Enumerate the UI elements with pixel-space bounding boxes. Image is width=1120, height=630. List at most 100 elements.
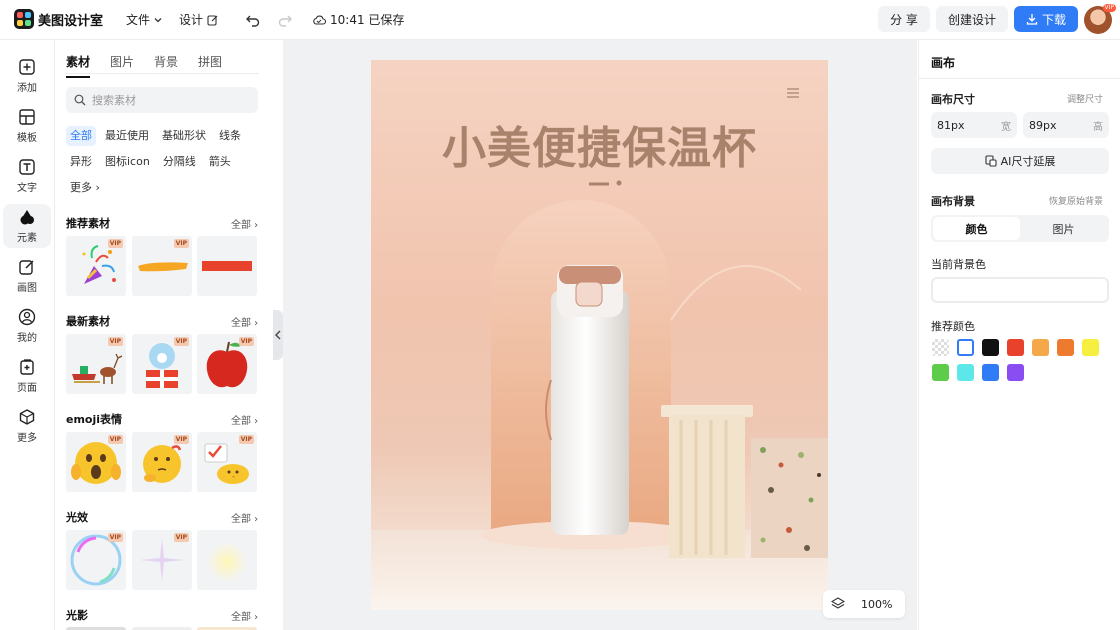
app-logo[interactable]: 美图设计室 [14, 9, 103, 29]
create-design-button[interactable]: 创建设计 [936, 6, 1008, 32]
seg-color[interactable]: 颜色 [933, 217, 1020, 240]
category-chips: 全部 最近使用 基础形状 线条 异形 图标icon 分隔线 箭头 更多 › [66, 126, 266, 204]
nav-template[interactable]: 模板 [3, 104, 51, 148]
top-bar: 美图设计室 文件 设计 10:41 已保存 分 享 创建设计 下载 VIP [0, 0, 1120, 40]
vip-badge: VIP [107, 239, 123, 248]
current-bg-label: 当前背景色 [931, 258, 986, 271]
zoom-level[interactable]: 100% [861, 598, 892, 611]
canvas-settings-panel: 画布 画布尺寸 调整尺寸 81px 宽 89px 高 AI尺寸延展 画布背景 恢… [918, 40, 1120, 630]
thumb-thinking-emoji[interactable]: VIP [132, 432, 192, 492]
section-all-light-shadow[interactable]: 全部 › [231, 608, 258, 623]
section-all-light-effects[interactable]: 全部 › [231, 510, 258, 525]
swatch-black[interactable] [982, 339, 999, 356]
current-bg-color-field[interactable] [931, 277, 1109, 303]
thumb-yellow-brush[interactable]: VIP [132, 236, 192, 296]
swatch-light-orange[interactable] [1032, 339, 1049, 356]
adjust-size-link[interactable]: 调整尺寸 [1067, 92, 1103, 105]
tab-materials[interactable]: 素材 [66, 53, 91, 78]
thumb-red-apple[interactable]: VIP [197, 334, 257, 394]
thumb-reindeer-sleigh[interactable]: VIP [66, 334, 126, 394]
swatch-transparent[interactable] [932, 339, 949, 356]
app-name: 美图设计室 [38, 13, 104, 29]
width-field[interactable]: 81px 宽 [931, 112, 1017, 138]
chip-more[interactable]: 更多 › [66, 178, 104, 198]
tab-backgrounds[interactable]: 背景 [154, 53, 178, 78]
chip-dividers[interactable]: 分隔线 [158, 152, 200, 172]
thumb-yellow-glow[interactable] [197, 530, 257, 590]
poster-title[interactable]: 小美便捷保温杯 [371, 112, 828, 176]
layers-icon[interactable] [831, 597, 845, 611]
thumb-rainbow-bubble[interactable]: VIP [66, 530, 126, 590]
zoom-control[interactable]: 100% [823, 590, 905, 618]
chip-arrows[interactable]: 箭头 [204, 152, 235, 172]
swatch-yellow[interactable] [1082, 339, 1099, 356]
canvas-size-label: 画布尺寸 [931, 93, 975, 106]
canvas-area[interactable]: 小美便捷保温杯 100% [283, 40, 917, 630]
ai-extend-button[interactable]: AI尺寸延展 [931, 148, 1109, 174]
vip-badge: VIP [173, 533, 189, 542]
nav-add[interactable]: 添加 [3, 54, 51, 98]
chip-icons[interactable]: 图标icon [101, 152, 154, 172]
download-button[interactable]: 下载 [1014, 6, 1078, 32]
save-status: 10:41 已保存 [312, 11, 404, 28]
nav-more[interactable]: 更多 [3, 404, 51, 448]
vip-badge: VIP [238, 435, 254, 444]
redo-icon[interactable] [275, 10, 295, 30]
section-title-light-shadow: 光影 [66, 609, 88, 622]
search-input[interactable] [92, 93, 252, 107]
vip-badge: VIP [107, 533, 123, 542]
user-icon [18, 308, 36, 326]
nav-page[interactable]: 页面 [3, 354, 51, 398]
chevron-down-icon [154, 17, 162, 22]
height-field[interactable]: 89px 高 [1023, 112, 1109, 138]
nav-elements-label: 元素 [17, 233, 37, 244]
materials-panel: 素材 图片 背景 拼图 全部 最近使用 基础形状 线条 异形 图标icon 分隔… [56, 40, 272, 630]
section-all-emoji[interactable]: 全部 › [231, 412, 258, 427]
vip-badge: VIP [107, 337, 123, 346]
thumb-purple-sparkle[interactable]: VIP [132, 530, 192, 590]
nav-text[interactable]: 文字 [3, 154, 51, 198]
tab-images[interactable]: 图片 [110, 53, 134, 78]
panel-divider [919, 78, 1120, 79]
chip-recent[interactable]: 最近使用 [101, 126, 153, 146]
section-all-recommended[interactable]: 全部 › [231, 216, 258, 231]
section-all-newest[interactable]: 全部 › [231, 314, 258, 329]
width-unit: 宽 [1001, 121, 1011, 133]
nav-draw[interactable]: 画图 [3, 254, 51, 298]
thumb-party-popper[interactable]: VIP [66, 236, 126, 296]
design-menu[interactable]: 设计 [179, 11, 219, 28]
thumb-red-rectangle[interactable] [197, 236, 257, 296]
swatch-blue[interactable] [982, 364, 999, 381]
edit-icon [207, 14, 218, 26]
chip-more-label: 更多 [70, 181, 92, 194]
search-icon [74, 94, 86, 106]
search-box[interactable] [66, 87, 258, 113]
tab-collage[interactable]: 拼图 [198, 53, 222, 78]
nav-elements[interactable]: 元素 [3, 204, 51, 248]
share-button[interactable]: 分 享 [878, 6, 930, 32]
chip-lines[interactable]: 线条 [215, 126, 245, 146]
undo-icon[interactable] [243, 10, 263, 30]
thumb-checklist-chick[interactable]: VIP [197, 432, 257, 492]
swatch-red[interactable] [1007, 339, 1024, 356]
seg-image[interactable]: 图片 [1020, 217, 1107, 240]
chip-all[interactable]: 全部 [66, 126, 96, 146]
canvas-bg-label: 画布背景 [931, 195, 975, 208]
swatch-orange[interactable] [1057, 339, 1074, 356]
avatar[interactable]: VIP [1084, 4, 1116, 34]
panel-title: 画布 [931, 56, 956, 70]
swatch-green[interactable] [932, 364, 949, 381]
panel-collapse-handle[interactable] [273, 310, 283, 360]
file-menu[interactable]: 文件 [126, 11, 163, 28]
nav-mine[interactable]: 我的 [3, 304, 51, 348]
chip-basic-shapes[interactable]: 基础形状 [158, 126, 210, 146]
restore-bg-link[interactable]: 恢复原始背景 [1049, 194, 1103, 207]
thumb-scared-emoji[interactable]: VIP [66, 432, 126, 492]
swatch-cyan[interactable] [957, 364, 974, 381]
swatch-purple[interactable] [1007, 364, 1024, 381]
chip-irregular[interactable]: 异形 [66, 152, 96, 172]
save-status-text: 10:41 已保存 [330, 13, 405, 27]
artboard[interactable]: 小美便捷保温杯 [371, 60, 828, 610]
thumb-snow-globe-gift[interactable]: VIP [132, 334, 192, 394]
swatch-white[interactable] [957, 339, 974, 356]
